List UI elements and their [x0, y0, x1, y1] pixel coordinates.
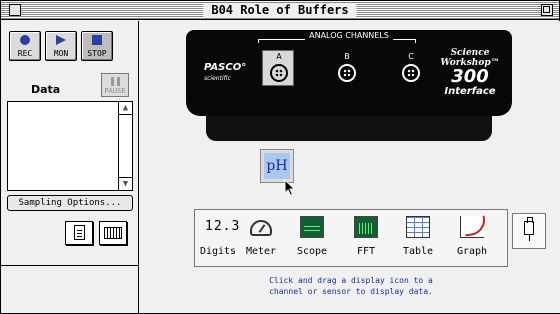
logo-line-science: Science — [450, 48, 490, 58]
display-label: Scope — [296, 246, 328, 257]
channel-c-label: C — [408, 52, 414, 61]
calculator-icon — [104, 227, 122, 239]
table-icon-wrap — [405, 216, 431, 238]
fft-icon-wrap — [353, 216, 379, 238]
display-scope[interactable]: Scope — [291, 216, 333, 262]
stop-icon — [92, 35, 102, 45]
logo-line-interface: Interface — [444, 86, 496, 97]
plug-icon — [524, 217, 534, 241]
meter-icon-wrap — [248, 220, 274, 242]
analog-channels-label: ANALOG CHANNELS — [305, 31, 393, 40]
close-box[interactable] — [9, 4, 21, 16]
record-icon — [20, 35, 30, 45]
channel-a-label: A — [276, 52, 282, 61]
pause-icon — [111, 77, 120, 86]
rec-button[interactable]: REC — [9, 31, 41, 61]
digital-plug-button[interactable] — [512, 213, 546, 249]
notes-button[interactable] — [65, 221, 93, 245]
channel-a-port[interactable]: A — [268, 52, 290, 92]
table-icon — [406, 216, 430, 238]
zoom-box[interactable] — [541, 4, 553, 16]
graph-icon-wrap — [459, 216, 485, 238]
stop-label: STOP — [87, 49, 107, 58]
hint-line-2: channel or sensor to display data. — [269, 287, 433, 296]
display-digits[interactable]: 12.3 Digits — [197, 216, 239, 262]
display-label: Graph — [456, 246, 488, 257]
fft-icon — [354, 216, 378, 238]
ph-sensor-icon[interactable]: pH — [260, 149, 294, 183]
data-list[interactable]: ▲ ▼ — [7, 101, 133, 191]
calculator-button[interactable] — [99, 221, 127, 245]
rec-label: REC — [17, 49, 33, 58]
digits-icon: 12.3 — [205, 219, 241, 234]
din-port-icon — [402, 64, 420, 82]
interface-base — [206, 113, 492, 141]
title-bar[interactable]: B04 Role of Buffers — [1, 1, 559, 20]
data-label: Data — [31, 83, 61, 96]
display-palette: 12.3 Digits Meter Scope FFT Table Graph — [194, 209, 508, 267]
pasco-brand-sub: scientific — [204, 75, 231, 82]
din-port-icon — [338, 64, 356, 82]
science-workshop-interface: ANALOG CHANNELS PASCO° scientific A B C … — [186, 30, 512, 116]
channel-b-port[interactable]: B — [336, 52, 358, 92]
mon-button[interactable]: MON — [45, 31, 77, 61]
pane-divider — [1, 265, 139, 266]
experiment-control-pane: REC MON STOP Data PAUSE ▲ ▼ Sampling Opt… — [1, 21, 139, 313]
notes-page-icon — [74, 225, 85, 240]
channel-b-label: B — [344, 52, 350, 61]
hint-line-1: Click and drag a display icon to a — [269, 276, 433, 285]
window-title: B04 Role of Buffers — [203, 3, 357, 18]
display-label: Digits — [199, 246, 237, 257]
data-list-scrollbar[interactable]: ▲ ▼ — [118, 102, 132, 190]
display-table[interactable]: Table — [397, 216, 439, 262]
meter-icon — [250, 220, 272, 236]
play-icon — [56, 35, 66, 45]
display-graph[interactable]: Graph — [451, 216, 493, 262]
stop-button[interactable]: STOP — [81, 31, 113, 61]
display-meter[interactable]: Meter — [240, 216, 282, 262]
mouse-pointer-icon — [284, 179, 296, 197]
graph-icon — [460, 216, 484, 238]
experiment-setup-pane: ANALOG CHANNELS PASCO° scientific A B C … — [140, 21, 560, 313]
pasco-brand: PASCO° — [204, 62, 247, 73]
din-port-icon — [270, 64, 288, 82]
scope-icon — [300, 216, 324, 238]
display-label: FFT — [356, 246, 376, 257]
scroll-up-icon[interactable]: ▲ — [119, 102, 132, 115]
pause-label: PAUSE — [104, 87, 126, 95]
sampling-options-button[interactable]: Sampling Options... — [7, 195, 133, 211]
pause-button[interactable]: PAUSE — [101, 73, 129, 97]
experiment-window: B04 Role of Buffers REC MON STOP Data PA… — [0, 0, 560, 314]
display-label: Table — [402, 246, 434, 257]
science-workshop-logo: Science Workshop™ 300 Interface — [440, 48, 500, 97]
display-label: Meter — [245, 246, 277, 257]
scope-icon-wrap — [299, 216, 325, 238]
logo-model-number: 300 — [451, 66, 489, 87]
scroll-down-icon[interactable]: ▼ — [119, 177, 132, 190]
display-fft[interactable]: FFT — [345, 216, 387, 262]
channel-c-port[interactable]: C — [400, 52, 422, 92]
mon-label: MON — [53, 49, 69, 58]
ph-sensor-label: pH — [264, 153, 290, 179]
display-hint: Click and drag a display icon to a chann… — [194, 275, 508, 297]
